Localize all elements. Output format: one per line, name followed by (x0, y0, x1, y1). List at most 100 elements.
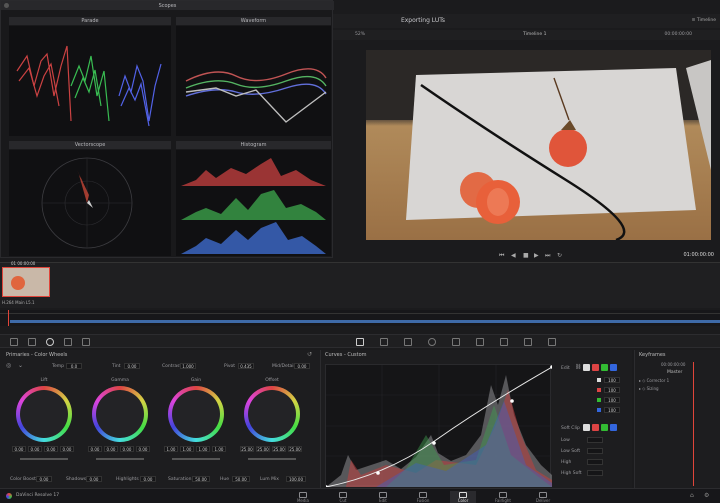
mini-timeline[interactable] (0, 310, 720, 326)
offset-b[interactable]: 25.00 (288, 446, 302, 452)
viewer-zoom[interactable]: 52% (355, 32, 365, 37)
gamma-slider[interactable] (96, 458, 144, 460)
pivot-value[interactable]: 0.435 (238, 363, 254, 369)
tracker-icon[interactable] (452, 338, 460, 346)
color-match-icon[interactable] (28, 338, 36, 346)
gamma-r[interactable]: 0.00 (104, 446, 118, 452)
saturation-value[interactable]: 50.00 (192, 476, 210, 482)
gain-r[interactable]: 1.00 (180, 446, 194, 452)
settings-icon[interactable]: ⚙ (704, 492, 709, 499)
gamma-y[interactable]: 0.00 (88, 446, 102, 452)
gamma-g[interactable]: 0.00 (120, 446, 134, 452)
gain-g[interactable]: 1.00 (196, 446, 210, 452)
page-media[interactable]: Media (290, 491, 316, 503)
rgb-mixer-icon[interactable] (64, 338, 72, 346)
link-icon[interactable]: ⛓ (575, 364, 581, 370)
tint-value[interactable]: 0.00 (124, 363, 140, 369)
close-icon[interactable] (4, 3, 9, 8)
motion-effects-icon[interactable] (82, 338, 90, 346)
qualifier-icon[interactable] (404, 338, 412, 346)
curves-graph[interactable] (324, 364, 554, 489)
lum-mix-value[interactable]: 100.00 (286, 476, 306, 482)
offset-slider[interactable] (248, 458, 296, 460)
channel-g-button[interactable] (601, 364, 608, 371)
softclip-y-button[interactable] (583, 424, 590, 431)
keyframe-playhead[interactable] (693, 362, 694, 486)
softclip-r-button[interactable] (592, 424, 599, 431)
softclip-low-soft-value[interactable] (587, 448, 603, 454)
lift-y[interactable]: 0.00 (12, 446, 26, 452)
gain-wheel[interactable] (168, 386, 224, 442)
softclip-b-button[interactable] (610, 424, 617, 431)
lift-b[interactable]: 0.00 (60, 446, 74, 452)
g-intensity[interactable]: 100 (604, 397, 620, 403)
skip-forward-icon[interactable]: ⏭ (545, 252, 550, 260)
lift-g[interactable]: 0.00 (44, 446, 58, 452)
window-icon[interactable] (428, 338, 436, 346)
page-deliver[interactable]: Deliver (530, 491, 556, 503)
camera-raw-icon[interactable] (10, 338, 18, 346)
play-icon[interactable]: ▶ (534, 252, 539, 259)
softclip-high-value[interactable] (587, 459, 603, 465)
page-fairlight[interactable]: Fairlight (490, 491, 516, 503)
offset-wheel[interactable] (244, 386, 300, 442)
vectorscope-label[interactable]: Vectorscope (75, 142, 106, 148)
skip-back-icon[interactable]: ⏮ (499, 252, 504, 260)
home-icon[interactable]: ⌂ (690, 492, 694, 499)
gamma-wheel[interactable] (92, 386, 148, 442)
blur-icon[interactable] (500, 338, 508, 346)
softclip-low-value[interactable] (587, 437, 603, 443)
highlights-value[interactable]: 0.00 (140, 476, 156, 482)
offset-r[interactable]: 25.00 (256, 446, 270, 452)
clip-thumbnail[interactable]: 01 00:00:00 (2, 261, 50, 297)
warper-icon[interactable] (380, 338, 388, 346)
reset-icon[interactable]: ↺ (307, 351, 312, 358)
page-color[interactable]: Color (450, 491, 476, 503)
shadows-value[interactable]: 0.00 (86, 476, 102, 482)
temp-value[interactable]: 0.0 (66, 363, 82, 369)
b-intensity[interactable]: 100 (604, 407, 620, 413)
sizing-icon[interactable] (548, 338, 556, 346)
lift-wheel[interactable] (16, 386, 72, 442)
channel-y-button[interactable] (583, 364, 590, 371)
softclip-g-button[interactable] (601, 424, 608, 431)
page-edit[interactable]: Edit (370, 491, 396, 503)
gamma-b[interactable]: 0.00 (136, 446, 150, 452)
keyframes-row-2[interactable]: ▸ ◇ Sizing (639, 386, 659, 391)
magic-mask-icon[interactable] (476, 338, 484, 346)
gain-y[interactable]: 1.00 (164, 446, 178, 452)
stop-icon[interactable]: ■ (523, 252, 529, 259)
page-cut[interactable]: Cut (330, 491, 356, 503)
gain-b[interactable]: 1.00 (212, 446, 226, 452)
lift-slider[interactable] (20, 458, 68, 460)
y-intensity[interactable]: 100 (604, 377, 620, 383)
color-wheels-icon[interactable] (46, 338, 54, 346)
viewer-clip-name[interactable]: Timeline 1 (523, 32, 546, 37)
play-reverse-icon[interactable]: ◀ (511, 252, 516, 259)
r-intensity[interactable]: 100 (604, 387, 620, 393)
timeline-mode[interactable]: ≡ Timeline (692, 18, 716, 23)
channel-b-button[interactable] (610, 364, 617, 371)
playhead[interactable] (8, 310, 9, 326)
key-icon[interactable] (524, 338, 532, 346)
scopes-titlebar[interactable]: Scopes (1, 1, 334, 10)
mid-detail-value[interactable]: 0.00 (294, 363, 310, 369)
offset-g[interactable]: 25.00 (272, 446, 286, 452)
expand-icon[interactable]: ⌄ (18, 362, 23, 369)
loop-icon[interactable]: ↻ (557, 252, 562, 259)
waveform-label[interactable]: Waveform (241, 18, 266, 24)
keyframes-row-1[interactable]: ▸ ◇ Corrector 1 (639, 378, 669, 383)
softclip-high-soft-value[interactable] (587, 470, 603, 476)
color-boost-value[interactable]: 0.00 (36, 476, 52, 482)
channel-r-button[interactable] (592, 364, 599, 371)
gain-slider[interactable] (172, 458, 220, 460)
curves-icon[interactable] (356, 338, 364, 346)
lift-r[interactable]: 0.00 (28, 446, 42, 452)
parade-label[interactable]: Parade (81, 18, 98, 24)
hue-value[interactable]: 50.00 (232, 476, 250, 482)
wheels-mode-icon[interactable]: ◎ (6, 362, 11, 369)
contrast-value[interactable]: 1.000 (180, 363, 196, 369)
page-fusion[interactable]: Fusion (410, 491, 436, 503)
offset-y[interactable]: 25.00 (240, 446, 254, 452)
histogram-label[interactable]: Histogram (241, 142, 267, 148)
